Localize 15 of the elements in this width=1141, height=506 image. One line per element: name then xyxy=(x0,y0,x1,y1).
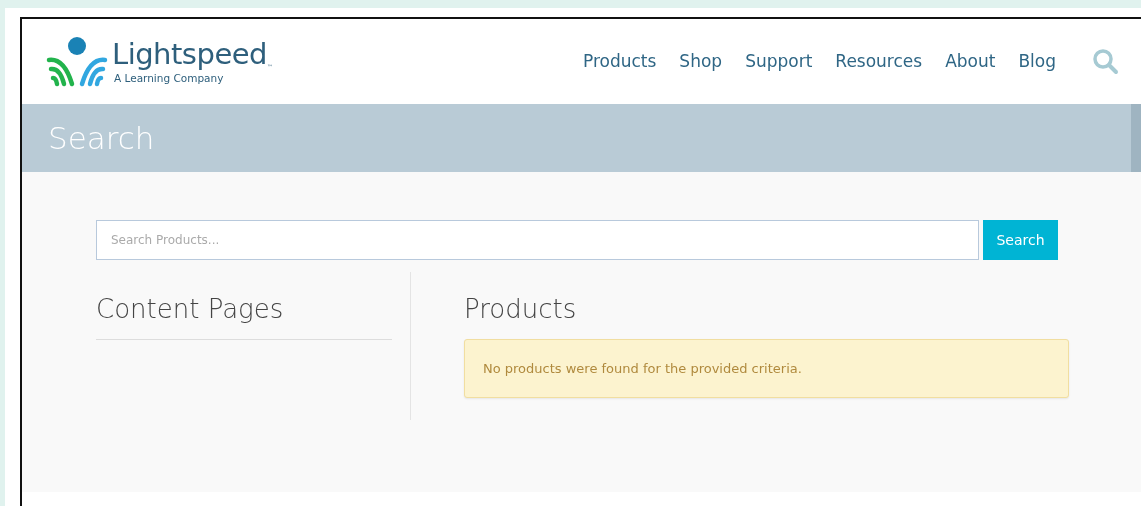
section-heading: Content Pages xyxy=(96,294,285,326)
nav-link[interactable]: About xyxy=(945,48,996,75)
logo-wordmark: Lightspeed xyxy=(112,36,267,71)
nav-link[interactable]: Blog xyxy=(1018,48,1056,75)
no-results-alert: No products were found for the provided criteria. xyxy=(464,339,1069,399)
nav-link[interactable]: Resources xyxy=(835,48,923,75)
nav-link[interactable]: Support xyxy=(745,48,813,75)
logo-tagline: A Learning Company xyxy=(114,72,225,84)
nav-link[interactable]: Shop xyxy=(679,48,723,75)
search-field[interactable]: Search Products... xyxy=(96,220,979,260)
page-title: Search xyxy=(48,118,155,158)
logo-icon xyxy=(46,35,108,88)
nav-link[interactable]: Products xyxy=(582,48,657,75)
search-icon[interactable] xyxy=(1092,48,1119,75)
section-heading: Products xyxy=(464,294,578,326)
